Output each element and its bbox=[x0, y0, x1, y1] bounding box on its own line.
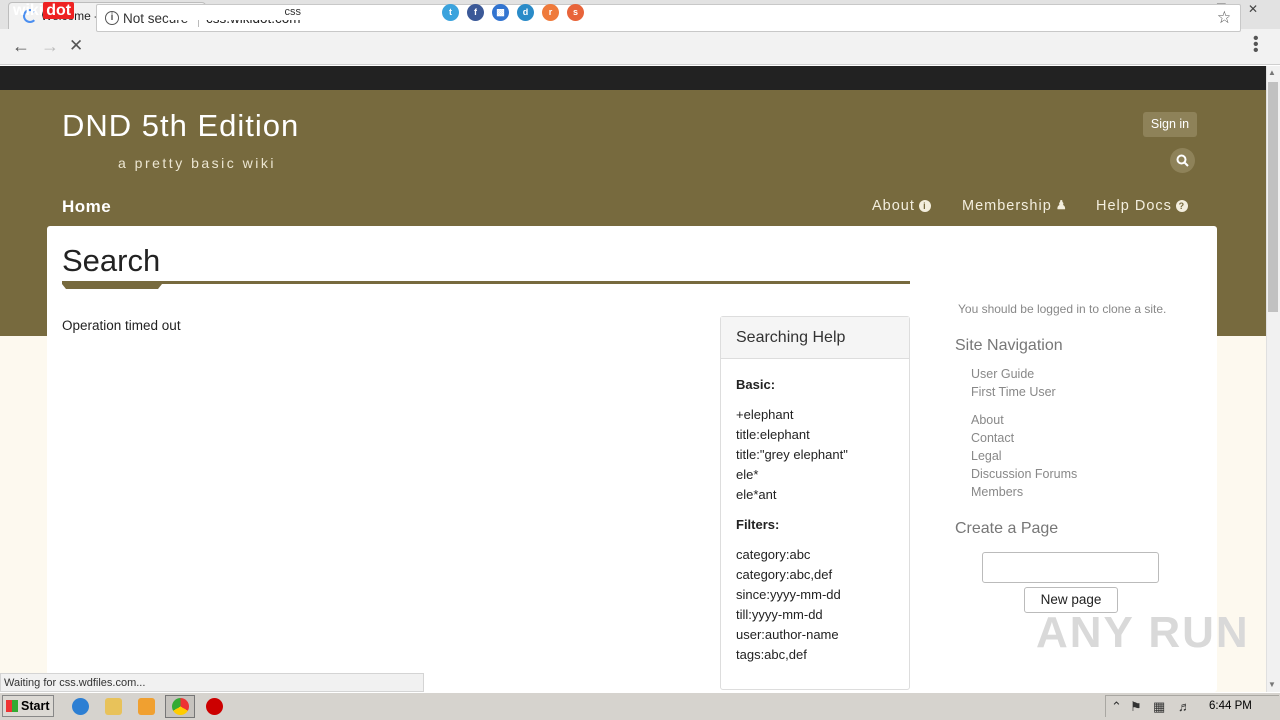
wikidot-domain: .wikidot.com bbox=[317, 5, 384, 19]
sidebar-link-contact[interactable]: Contact bbox=[971, 431, 1014, 445]
sidebar-link-legal[interactable]: Legal bbox=[971, 449, 1002, 463]
page-title: Search bbox=[62, 243, 161, 278]
filters-label: Filters: bbox=[736, 517, 780, 532]
site-subtitle: a pretty basic wiki bbox=[118, 155, 276, 171]
nav-membership-label: Membership bbox=[962, 198, 1052, 214]
help-basic-item: title:elephant bbox=[736, 427, 810, 442]
new-page-name-input[interactable] bbox=[982, 552, 1159, 583]
stumbleupon-icon[interactable]: s bbox=[567, 4, 584, 21]
help-filter-item: tags:abc,def bbox=[736, 647, 807, 662]
logo-dot: dot bbox=[43, 2, 75, 19]
clock[interactable]: 6:44 PM bbox=[1209, 700, 1252, 712]
chrome-icon bbox=[172, 698, 189, 715]
sidebar-link-about[interactable]: About bbox=[971, 413, 1004, 427]
back-arrow-icon[interactable]: ← bbox=[12, 36, 30, 57]
search-result-message: Operation timed out bbox=[62, 318, 181, 333]
wikidot-site-input[interactable]: css bbox=[168, 6, 313, 20]
media-player-icon[interactable] bbox=[138, 698, 155, 715]
nav-membership[interactable]: Membership ♟ bbox=[962, 198, 1068, 214]
scroll-down-icon[interactable]: ▼ bbox=[1268, 680, 1276, 689]
twitter-icon[interactable]: t bbox=[442, 4, 459, 21]
flag-icon[interactable]: ⚑ bbox=[1130, 699, 1142, 715]
basic-label: Basic: bbox=[736, 377, 776, 392]
info-icon[interactable]: i bbox=[105, 11, 119, 25]
wikidot-bar bbox=[0, 66, 1266, 90]
title-underline bbox=[62, 281, 910, 284]
title-underline-tab bbox=[62, 284, 162, 289]
user-icon: ♟ bbox=[1055, 198, 1068, 212]
windows-logo-icon bbox=[6, 700, 18, 712]
delicious-icon[interactable]: ▩ bbox=[492, 4, 509, 21]
site-title[interactable]: DND 5th Edition bbox=[62, 108, 299, 144]
help-basic-item: ele* bbox=[736, 467, 759, 482]
logo-wiki: wiki bbox=[13, 2, 44, 19]
stop-icon[interactable] bbox=[206, 698, 223, 715]
close-window-button[interactable]: ✕ bbox=[1240, 0, 1266, 18]
anyrun-watermark: ANY RUN bbox=[1036, 608, 1250, 657]
nav-help-docs[interactable]: Help Docs? bbox=[1096, 198, 1188, 214]
stop-loading-icon[interactable]: ✕ bbox=[69, 36, 83, 56]
help-basic-item: +elephant bbox=[736, 407, 794, 422]
nav-about[interactable]: About i bbox=[872, 198, 931, 214]
network-icon[interactable]: ▦ bbox=[1153, 699, 1165, 715]
help-basic-item: ele*ant bbox=[736, 487, 777, 502]
help-filter-item: since:yyyy-mm-dd bbox=[736, 587, 841, 602]
internet-explorer-icon[interactable] bbox=[72, 698, 89, 715]
sign-in-button[interactable]: Sign in bbox=[1143, 112, 1197, 137]
digg-icon[interactable]: d bbox=[517, 4, 534, 21]
question-circle-icon: ? bbox=[1175, 200, 1188, 212]
scrollbar-thumb[interactable] bbox=[1268, 82, 1278, 312]
sidebar-link-forums[interactable]: Discussion Forums bbox=[971, 467, 1077, 481]
scroll-up-icon[interactable]: ▲ bbox=[1268, 68, 1276, 77]
folder-icon[interactable] bbox=[105, 698, 122, 715]
help-filter-item: till:yyyy-mm-dd bbox=[736, 607, 823, 622]
create-page-heading: Create a Page bbox=[955, 520, 1059, 537]
nav-help-docs-label: Help Docs bbox=[1096, 198, 1172, 214]
status-bubble: Waiting for css.wdfiles.com... bbox=[0, 673, 424, 692]
facebook-icon[interactable]: f bbox=[467, 4, 484, 21]
reddit-icon[interactable]: r bbox=[542, 4, 559, 21]
clone-note: You should be logged in to clone a site. bbox=[958, 302, 1167, 316]
nav-about-label: About bbox=[872, 198, 915, 214]
searching-help-title: Searching Help bbox=[736, 329, 846, 346]
forward-arrow-icon[interactable]: → bbox=[41, 36, 59, 57]
help-basic-item: title:"grey elephant" bbox=[736, 447, 848, 462]
site-navigation-heading: Site Navigation bbox=[955, 337, 1063, 354]
chrome-menu-icon[interactable]: • • • bbox=[1253, 31, 1263, 59]
start-button[interactable]: Start bbox=[2, 695, 54, 717]
wikidot-site-input-value: css bbox=[284, 6, 302, 18]
info-circle-icon: i bbox=[918, 200, 931, 212]
wikidot-logo[interactable]: wiki dot bbox=[13, 2, 75, 22]
tray-expand-icon[interactable]: ⌃ bbox=[1111, 699, 1122, 715]
search-icon bbox=[1176, 154, 1189, 167]
help-filter-item: category:abc,def bbox=[736, 567, 833, 582]
nav-home[interactable]: Home bbox=[62, 197, 111, 217]
sidebar-link-user-guide[interactable]: User Guide bbox=[971, 367, 1034, 381]
help-filter-item: category:abc bbox=[736, 547, 811, 562]
help-filter-item: user:author-name bbox=[736, 627, 839, 642]
volume-icon[interactable]: ♬ bbox=[1178, 699, 1191, 714]
search-button[interactable] bbox=[1170, 148, 1195, 173]
airplane-icon[interactable]: ✈ bbox=[1225, 3, 1238, 21]
browser-toolbar bbox=[0, 29, 1280, 65]
start-label: Start bbox=[21, 699, 50, 713]
sidebar-link-members[interactable]: Members bbox=[971, 485, 1023, 499]
sidebar-link-first-time-user[interactable]: First Time User bbox=[971, 385, 1056, 399]
